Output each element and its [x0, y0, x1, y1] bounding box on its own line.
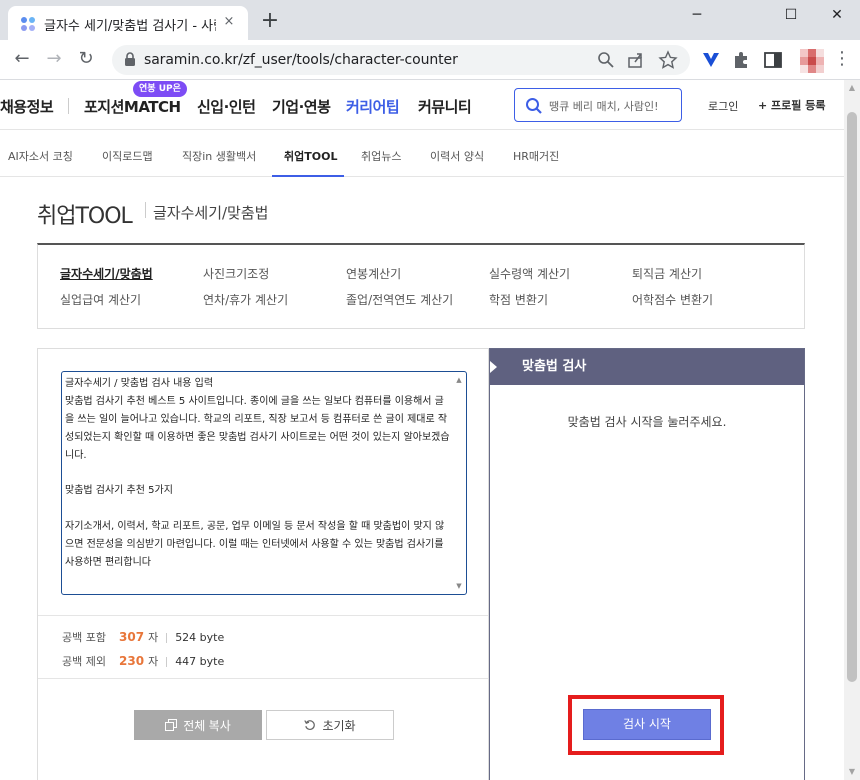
tab-close-icon[interactable]: × — [220, 13, 238, 31]
tool-link-character-counter[interactable]: 글자수세기/맞춤법 — [60, 265, 153, 282]
gnb-item-position-match[interactable]: 포지션MATCH — [84, 96, 181, 117]
title-divider — [145, 202, 146, 218]
tool-link-net-pay-calculator[interactable]: 실수령액 계산기 — [489, 265, 570, 282]
address-bar[interactable]: saramin.co.kr/zf_user/tools/character-co… — [112, 45, 690, 75]
copy-all-button[interactable]: 전체 복사 — [134, 710, 262, 740]
window-close-button[interactable]: ✕ — [814, 0, 860, 32]
gnb-item-career-tip[interactable]: 커리어팁 — [346, 96, 399, 117]
char-count-without-space: 230 — [119, 654, 144, 668]
subnav-active-indicator — [272, 175, 344, 177]
count-divider — [166, 657, 167, 667]
site-search-input[interactable]: 땡큐 베리 매치, 사람인! — [514, 88, 682, 122]
search-icon[interactable] — [525, 97, 543, 115]
bookmark-star-icon[interactable] — [658, 50, 678, 70]
reset-button[interactable]: 초기화 — [266, 710, 394, 740]
scrollbar-thumb[interactable] — [847, 112, 857, 682]
browser-menu-button[interactable]: ⋮ — [830, 48, 854, 72]
tool-link-leave-calculator[interactable]: 연차/휴가 계산기 — [203, 291, 288, 308]
count-label: 공백 제외 — [62, 653, 119, 669]
window-minimize-button[interactable]: ─ — [674, 0, 720, 32]
tool-link-graduation-year-calculator[interactable]: 졸업/전역연도 계산기 — [346, 291, 453, 308]
reload-button[interactable]: ↻ — [74, 48, 98, 72]
subnav-career-roadmap[interactable]: 이직로드맵 — [102, 148, 153, 164]
search-placeholder: 땡큐 베리 매치, 사람인! — [549, 98, 658, 114]
reset-label: 초기화 — [322, 717, 355, 734]
browser-tab[interactable]: 글자수 세기/맞춤법 검사기 - 사람인 × — [8, 6, 248, 40]
site-gnb: 채용정보 연봉 UP은 포지션MATCH 신입·인턴 기업·연봉 커리어팁 커뮤… — [0, 80, 844, 130]
spell-check-header: 맞춤법 검사 — [490, 349, 804, 385]
subnav-resume-templates[interactable]: 이력서 양식 — [430, 148, 484, 164]
text-input-panel: 글자수세기 / 맞춤법 검사 내용 입력 맞춤법 검사기 추천 베스트 5 사이… — [37, 348, 489, 780]
extensions-puzzle-icon[interactable] — [731, 49, 753, 71]
tool-link-gpa-converter[interactable]: 학점 변환기 — [489, 291, 548, 308]
lock-icon[interactable] — [124, 51, 136, 67]
saramin-favicon-icon — [20, 16, 36, 32]
spell-check-title: 맞춤법 검사 — [522, 359, 586, 374]
gnb-item-community[interactable]: 커뮤니티 — [418, 96, 471, 117]
tool-link-severance-calculator[interactable]: 퇴직금 계산기 — [632, 265, 702, 282]
count-row-with-space: 공백 포함307 자 524 byte — [62, 629, 224, 645]
extension-y-icon[interactable] — [700, 49, 722, 71]
byte-count-with-space: 524 byte — [175, 631, 224, 644]
text-input-area[interactable]: 글자수세기 / 맞춤법 검사 내용 입력 맞춤법 검사기 추천 베스트 5 사이… — [61, 371, 467, 595]
tool-link-photo-resize[interactable]: 사진크기조정 — [203, 265, 269, 282]
tool-link-salary-calculator[interactable]: 연봉계산기 — [346, 265, 401, 282]
textarea-scroll-up-icon[interactable]: ▲ — [455, 376, 463, 384]
share-icon[interactable] — [626, 50, 646, 70]
count-unit: 자 — [148, 631, 158, 644]
count-divider — [166, 633, 167, 643]
gnb-badge: 연봉 UP은 — [133, 81, 187, 97]
spell-check-message: 맞춤법 검사 시작을 눌러주세요. — [490, 413, 804, 430]
byte-count-without-space: 447 byte — [175, 655, 224, 668]
character-counts: 공백 포함307 자 524 byte 공백 제외230 자 447 byte — [38, 615, 488, 679]
reset-icon — [304, 719, 316, 731]
profile-register-link[interactable]: + 프로필 등록 — [758, 97, 825, 113]
zoom-icon[interactable] — [596, 50, 616, 70]
gnb-item-intern[interactable]: 신입·인턴 — [197, 96, 255, 117]
profile-avatar[interactable] — [800, 49, 824, 73]
subnav-job-news[interactable]: 취업뉴스 — [361, 148, 401, 164]
browser-toolbar: ← → ↻ saramin.co.kr/zf_user/tools/charac… — [0, 40, 860, 80]
scroll-up-icon[interactable]: ▲ — [847, 83, 857, 93]
char-count-with-space: 307 — [119, 630, 144, 644]
subnav-ai-coaching[interactable]: AI자소서 코칭 — [8, 148, 73, 164]
copy-all-label: 전체 복사 — [183, 717, 231, 734]
browser-tabstrip: 글자수 세기/맞춤법 검사기 - 사람인 × + ─ ☐ ✕ — [0, 0, 860, 40]
tools-menu: 글자수세기/맞춤법 사진크기조정 연봉계산기 실수령액 계산기 퇴직금 계산기 … — [37, 243, 805, 329]
subnav-hr-magazine[interactable]: HR매거진 — [513, 148, 559, 164]
page-title: 취업TOOL — [37, 198, 132, 230]
gnb-divider — [68, 98, 69, 114]
new-tab-button[interactable]: + — [258, 10, 282, 34]
subnav-work-life[interactable]: 직장in 생활백서 — [182, 148, 256, 164]
count-row-without-space: 공백 제외230 자 447 byte — [62, 653, 224, 669]
count-unit: 자 — [148, 655, 158, 668]
text-input-content[interactable]: 글자수세기 / 맞춤법 검사 내용 입력 맞춤법 검사기 추천 베스트 5 사이… — [65, 375, 453, 572]
count-label: 공백 포함 — [62, 629, 119, 645]
login-link[interactable]: 로그인 — [708, 98, 738, 114]
start-check-button[interactable]: 검사 시작 — [583, 709, 711, 740]
tool-link-language-score-converter[interactable]: 어학점수 변환기 — [632, 291, 713, 308]
sub-navigation: AI자소서 코칭 이직로드맵 직장in 생활백서 취업TOOL 취업뉴스 이력서… — [0, 131, 844, 177]
scroll-down-icon[interactable]: ▼ — [847, 767, 857, 777]
copy-icon — [165, 719, 177, 731]
page-subtitle: 글자수세기/맞춤법 — [153, 202, 268, 223]
gnb-item-jobs[interactable]: 채용정보 — [0, 96, 53, 117]
tool-link-unemployment-calculator[interactable]: 실업급여 계산기 — [60, 291, 141, 308]
side-panel-icon[interactable] — [762, 49, 784, 71]
page-scrollbar[interactable]: ▲ ▼ — [844, 80, 860, 780]
forward-button[interactable]: → — [42, 48, 66, 72]
url-text[interactable]: saramin.co.kr/zf_user/tools/character-co… — [144, 52, 458, 68]
textarea-scroll-down-icon[interactable]: ▼ — [455, 582, 463, 590]
subnav-job-tool[interactable]: 취업TOOL — [284, 148, 337, 164]
panel-arrow-icon — [490, 361, 497, 373]
gnb-item-company-salary[interactable]: 기업·연봉 — [272, 96, 330, 117]
window-maximize-button[interactable]: ☐ — [768, 0, 814, 32]
page-viewport: 채용정보 연봉 UP은 포지션MATCH 신입·인턴 기업·연봉 커리어팁 커뮤… — [0, 80, 844, 780]
back-button[interactable]: ← — [10, 48, 34, 72]
tab-title: 글자수 세기/맞춤법 검사기 - 사람인 — [44, 15, 216, 34]
